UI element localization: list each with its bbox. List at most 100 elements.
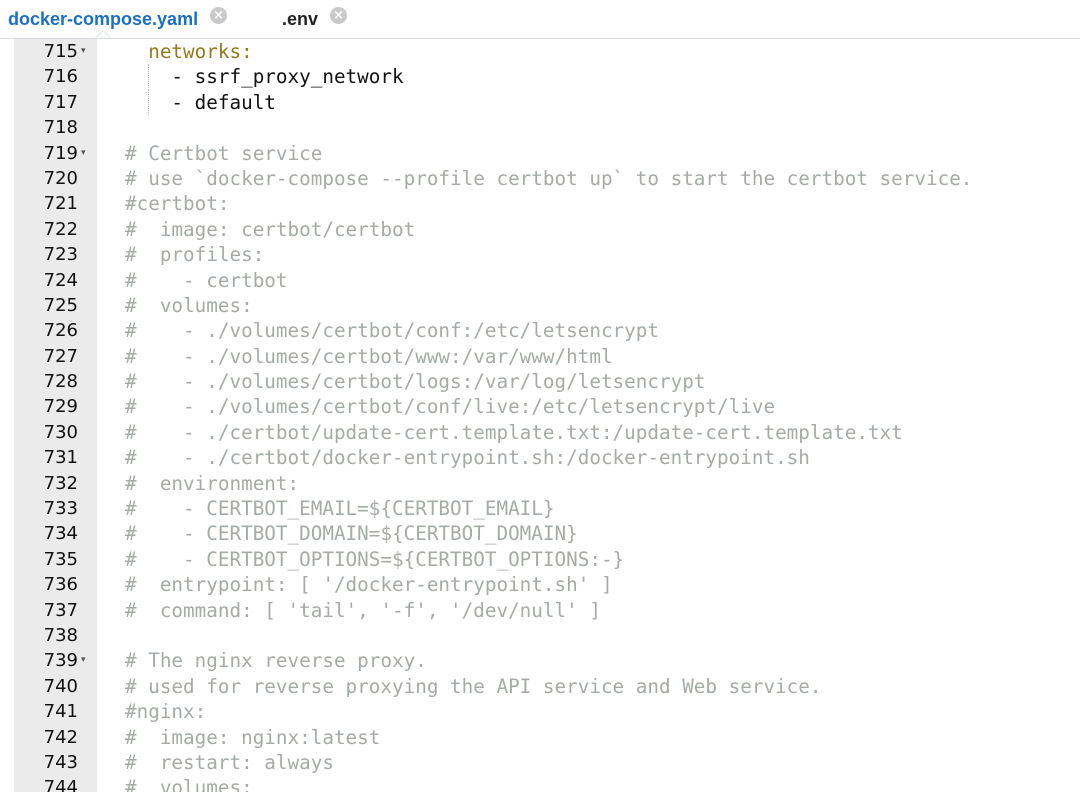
line-number: 740 (43, 675, 78, 697)
code-line[interactable]: 722 # image: certbot/certbot (0, 217, 1080, 242)
code-line[interactable]: 724 # - certbot (0, 268, 1080, 293)
line-number: 722 (43, 218, 78, 240)
code-line[interactable]: 727 # - ./volumes/certbot/www:/var/www/ht… (0, 344, 1080, 369)
line-number: 734 (43, 523, 78, 545)
code-line[interactable]: 716 - ssrf_proxy_network (0, 64, 1080, 90)
code-line[interactable]: 719 ▾ # Certbot service (0, 141, 1080, 166)
line-number: 723 (43, 244, 78, 266)
code-text: #nginx: (125, 700, 207, 724)
line-number: 720 (43, 167, 78, 189)
code-text: # - ./volumes/certbot/www:/var/www/html (125, 344, 613, 368)
code-text: # - certbot (125, 268, 288, 292)
code-line[interactable]: 725 # volumes: (0, 293, 1080, 318)
line-number: 743 (43, 751, 78, 773)
line-number: 733 (43, 498, 78, 520)
line-number: 738 (43, 624, 78, 646)
line-number: 724 (43, 269, 78, 291)
code-line[interactable]: 743 # restart: always (0, 750, 1080, 775)
code-line[interactable]: 735 # - CERTBOT_OPTIONS=${CERTBOT_OPTIONS… (0, 547, 1080, 572)
line-number: 735 (43, 548, 78, 570)
code-line[interactable]: 721 #certbot: (0, 191, 1080, 216)
line-number: 715 (43, 41, 78, 62)
code-text: # Certbot service (125, 141, 323, 165)
code-line[interactable]: 736 # entrypoint: [ '/docker-entrypoint.s… (0, 572, 1080, 597)
line-number: 737 (43, 599, 78, 621)
code-text: # The nginx reverse proxy. (125, 649, 427, 673)
tab-env[interactable]: .env × (282, 0, 348, 38)
line-number: 718 (43, 117, 78, 139)
active-tab-indicator (95, 30, 111, 38)
line-number: 731 (43, 447, 78, 469)
line-number: 725 (43, 294, 78, 316)
code-line[interactable]: 717 - default (0, 89, 1080, 116)
code-line[interactable]: 726 # - ./volumes/certbot/conf:/etc/letse… (0, 318, 1080, 343)
line-number: 742 (43, 726, 78, 748)
close-icon[interactable]: × (330, 6, 348, 24)
code-line[interactable]: 730 # - ./certbot/update-cert.template.tx… (0, 420, 1080, 445)
code-line[interactable]: 744 # volumes: (0, 775, 1080, 792)
line-number: 721 (43, 193, 78, 215)
code-line[interactable]: 720 # use `docker-compose --profile certb… (0, 166, 1080, 191)
code-text: # volumes: (125, 776, 253, 792)
code-text: # - CERTBOT_OPTIONS=${CERTBOT_OPTIONS:-} (125, 547, 625, 571)
code-line[interactable]: 723 # profiles: (0, 242, 1080, 267)
fold-arrow-icon[interactable]: ▾ (81, 39, 86, 64)
line-number: 744 (43, 777, 78, 792)
code-text: # image: certbot/certbot (125, 217, 416, 241)
line-number: 741 (43, 701, 78, 723)
code-text: # command: [ 'tail', '-f', '/dev/null' ] (125, 598, 601, 622)
code-line[interactable]: 741 #nginx: (0, 699, 1080, 724)
code-line[interactable]: 715 ▾ networks: (0, 39, 1080, 64)
line-number: 726 (43, 320, 78, 342)
code-line[interactable]: 718 (0, 115, 1080, 140)
code-text: # profiles: (125, 243, 265, 267)
line-number: 732 (43, 472, 78, 494)
code-line[interactable]: 732 # environment: (0, 471, 1080, 496)
fold-arrow-icon[interactable]: ▾ (81, 141, 86, 166)
line-number: 739 (43, 650, 78, 672)
code-line[interactable]: 731 # - ./certbot/docker-entrypoint.sh:/d… (0, 445, 1080, 470)
code-line[interactable]: 739 ▾ # The nginx reverse proxy. (0, 648, 1080, 673)
tab-label: docker-compose.yaml (8, 8, 199, 29)
code-editor[interactable]: 715 ▾ networks: 716 - ssrf_proxy_network 71… (0, 39, 1080, 792)
code-lines: 715 ▾ networks: 716 - ssrf_proxy_network 71… (0, 39, 1080, 792)
code-text: networks: (125, 40, 253, 63)
tab-label: .env (282, 8, 319, 29)
line-number: 716 (43, 66, 78, 88)
code-line[interactable]: 728 # - ./volumes/certbot/logs:/var/log/l… (0, 369, 1080, 394)
close-icon[interactable]: × (210, 6, 228, 24)
line-number: 730 (43, 421, 78, 443)
code-line[interactable]: 738 (0, 623, 1080, 648)
code-text: - default (125, 90, 276, 114)
code-text: # - ./volumes/certbot/conf:/etc/letsencr… (125, 319, 659, 343)
code-text: # - ./certbot/docker-entrypoint.sh:/dock… (125, 446, 810, 470)
code-text: # - ./volumes/certbot/conf/live:/etc/let… (125, 395, 776, 419)
code-text: # - CERTBOT_DOMAIN=${CERTBOT_DOMAIN} (125, 522, 578, 546)
code-line[interactable]: 733 # - CERTBOT_EMAIL=${CERTBOT_EMAIL} (0, 496, 1080, 521)
line-number: 727 (43, 345, 78, 367)
tab-bar: docker-compose.yaml × .env × (0, 0, 1080, 39)
code-text: - ssrf_proxy_network (125, 65, 404, 89)
code-line[interactable]: 737 # command: [ 'tail', '-f', '/dev/null… (0, 598, 1080, 623)
code-text: # image: nginx:latest (125, 725, 381, 749)
fold-arrow-icon[interactable]: ▾ (81, 648, 86, 673)
code-text: # environment: (125, 471, 300, 495)
code-text: # restart: always (125, 750, 334, 774)
line-number: 728 (43, 371, 78, 393)
code-text: # - ./volumes/certbot/logs:/var/log/lets… (125, 370, 706, 394)
line-number: 717 (43, 91, 78, 113)
code-text: #certbot: (125, 192, 230, 216)
code-text: # volumes: (125, 293, 253, 317)
code-line[interactable]: 729 # - ./volumes/certbot/conf/live:/etc/… (0, 394, 1080, 419)
code-line[interactable]: 742 # image: nginx:latest (0, 725, 1080, 750)
code-text: # - CERTBOT_EMAIL=${CERTBOT_EMAIL} (125, 497, 555, 521)
tab-docker-compose[interactable]: docker-compose.yaml × (8, 0, 228, 38)
code-line[interactable]: 740 # used for reverse proxying the API s… (0, 674, 1080, 699)
line-number: 729 (43, 396, 78, 418)
code-text: # entrypoint: [ '/docker-entrypoint.sh' … (125, 573, 613, 597)
line-number: 719 (43, 142, 78, 164)
code-line[interactable]: 734 # - CERTBOT_DOMAIN=${CERTBOT_DOMAIN} (0, 521, 1080, 546)
code-text: # used for reverse proxying the API serv… (125, 674, 822, 698)
code-text: # - ./certbot/update-cert.template.txt:/… (125, 420, 903, 444)
line-number: 736 (43, 574, 78, 596)
